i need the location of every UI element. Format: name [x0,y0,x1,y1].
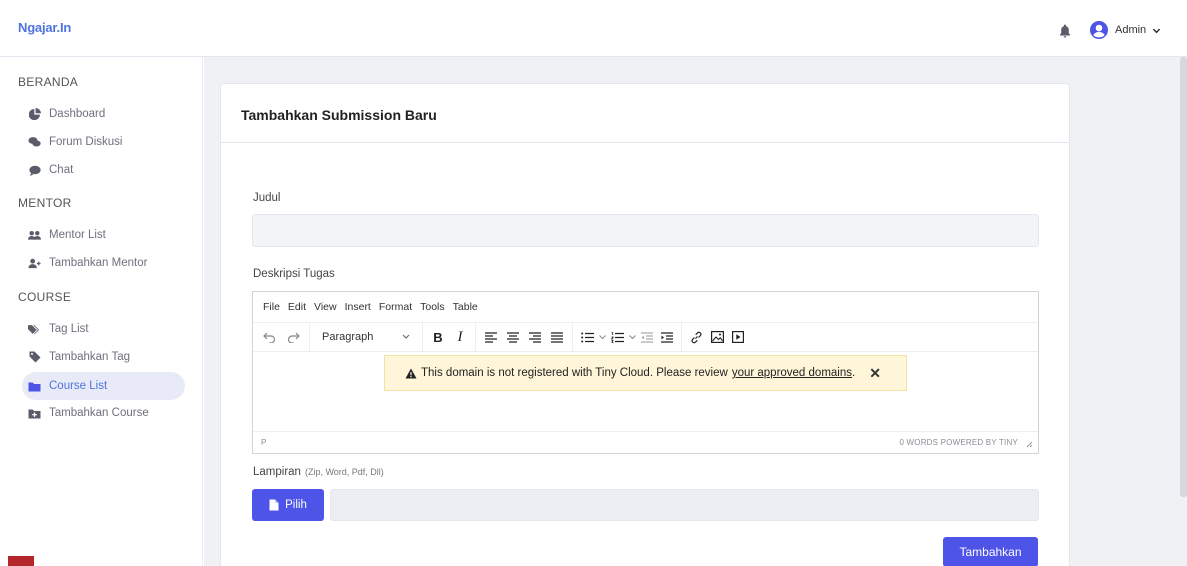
menu-tools[interactable]: Tools [420,301,445,313]
chevron-down-icon[interactable] [597,322,607,352]
tag-icon [28,351,41,364]
outdent-icon[interactable] [637,322,657,352]
sidebar-item-label: Tambahkan Tag [49,351,130,363]
resize-handle-icon[interactable] [1025,440,1033,448]
sidebar-item-tambahkan-tag[interactable]: Tambahkan Tag [28,345,130,369]
approved-domains-link[interactable]: your approved domains [732,367,852,379]
user-name: Admin [1115,24,1147,36]
sidebar-item-chat[interactable]: Chat [28,158,73,182]
align-right-icon[interactable] [524,322,546,352]
sidebar-item-label: Chat [49,164,74,176]
bold-icon[interactable]: B [427,322,449,352]
bullet-list-icon[interactable] [577,322,597,352]
block-format-select[interactable]: Paragraph [314,322,418,352]
tags-icon [28,323,41,336]
chevron-down-icon [402,334,410,339]
warning-text: This domain is not registered with Tiny … [421,367,728,379]
align-center-icon[interactable] [502,322,524,352]
taskbar-app-icon[interactable] [8,556,34,566]
align-justify-icon[interactable] [546,322,568,352]
sidebar-item-label: Tambahkan Course [49,407,149,419]
users-icon [28,229,41,242]
sidebar-item-tag-list[interactable]: Tag List [28,317,89,341]
chart-pie-icon [28,108,41,121]
numbered-list-icon[interactable] [607,322,627,352]
redo-icon[interactable] [281,322,305,352]
tiny-cloud-warning: This domain is not registered with Tiny … [384,355,907,391]
sidebar-item-course-list[interactable]: Course List [22,372,185,400]
block-format-value: Paragraph [322,331,374,343]
sidebar-item-label: Forum Diskusi [49,136,123,148]
link-icon[interactable] [686,322,706,352]
chevron-down-icon[interactable] [627,322,637,352]
sidebar-item-label: Course List [49,380,108,392]
media-icon[interactable] [728,322,748,352]
lampiran-hint: (Zip, Word, Pdf, Dll) [304,467,384,477]
rich-text-editor[interactable]: File Edit View Insert Format Tools Table… [252,291,1039,454]
sidebar-section-beranda: BERANDA [18,75,79,89]
warning-icon [405,368,417,378]
sidebar-section-mentor: MENTOR [18,196,72,210]
judul-input[interactable] [252,214,1039,247]
card-header: Tambahkan Submission Baru [221,84,1069,143]
lampiran-label-text: Lampiran [253,466,301,478]
sidebar-item-label: Mentor List [49,229,106,241]
menu-insert[interactable]: Insert [345,301,371,313]
element-path[interactable]: P [261,438,266,447]
pilih-button-label: Pilih [285,499,307,511]
chevron-down-icon [1153,28,1161,33]
menu-file[interactable]: File [263,301,280,313]
editor-statusbar: P 0 WORDS POWERED BY TINY [253,431,1038,453]
sidebar-item-label: Tambahkan Mentor [49,257,148,269]
user-avatar-icon [1090,21,1108,39]
align-left-icon[interactable] [480,322,502,352]
editor-menubar: File Edit View Insert Format Tools Table [253,292,1038,322]
sidebar-item-tambahkan-mentor[interactable]: Tambahkan Mentor [28,251,147,275]
comment-icon [28,164,41,177]
lampiran-label: Lampiran (Zip, Word, Pdf, Dll) [253,466,384,478]
menu-format[interactable]: Format [379,301,412,313]
sidebar-item-label: Dashboard [49,108,106,120]
file-name-field[interactable] [330,489,1039,521]
menu-edit[interactable]: Edit [288,301,306,313]
comments-icon [28,136,41,149]
sidebar-item-label: Tag List [49,323,89,335]
brand-logo[interactable]: Ngajar.In [18,20,71,35]
folder-plus-icon [28,407,41,420]
editor-toolbar: Paragraph B I [253,322,1038,352]
image-icon[interactable] [706,322,728,352]
menu-view[interactable]: View [314,301,337,313]
sidebar-item-forum-diskusi[interactable]: Forum Diskusi [28,130,122,154]
italic-icon[interactable]: I [449,322,471,352]
page-scrollbar[interactable] [1180,57,1187,497]
file-icon [269,499,279,511]
user-menu[interactable]: Admin [1089,20,1161,40]
undo-icon[interactable] [257,322,281,352]
judul-label: Judul [253,192,281,204]
sidebar-item-dashboard[interactable]: Dashboard [28,102,105,126]
menu-table[interactable]: Table [453,301,478,313]
indent-icon[interactable] [657,322,677,352]
word-count: 0 WORDS POWERED BY TINY [899,438,1018,447]
top-navbar: Ngajar.In Admin [0,0,1187,57]
page-title: Tambahkan Submission Baru [241,107,437,123]
close-icon[interactable]: ✕ [869,365,881,382]
sidebar-item-tambahkan-course[interactable]: Tambahkan Course [28,401,149,425]
folder-icon [28,380,41,393]
bell-icon[interactable] [1059,24,1071,38]
tambahkan-button[interactable]: Tambahkan [943,537,1038,566]
user-plus-icon [28,257,41,270]
sidebar-section-course: COURSE [18,290,72,304]
pilih-file-button[interactable]: Pilih [252,489,324,521]
warning-period: . [852,367,856,379]
deskripsi-label: Deskripsi Tugas [253,268,335,280]
sidebar-item-mentor-list[interactable]: Mentor List [28,223,106,247]
